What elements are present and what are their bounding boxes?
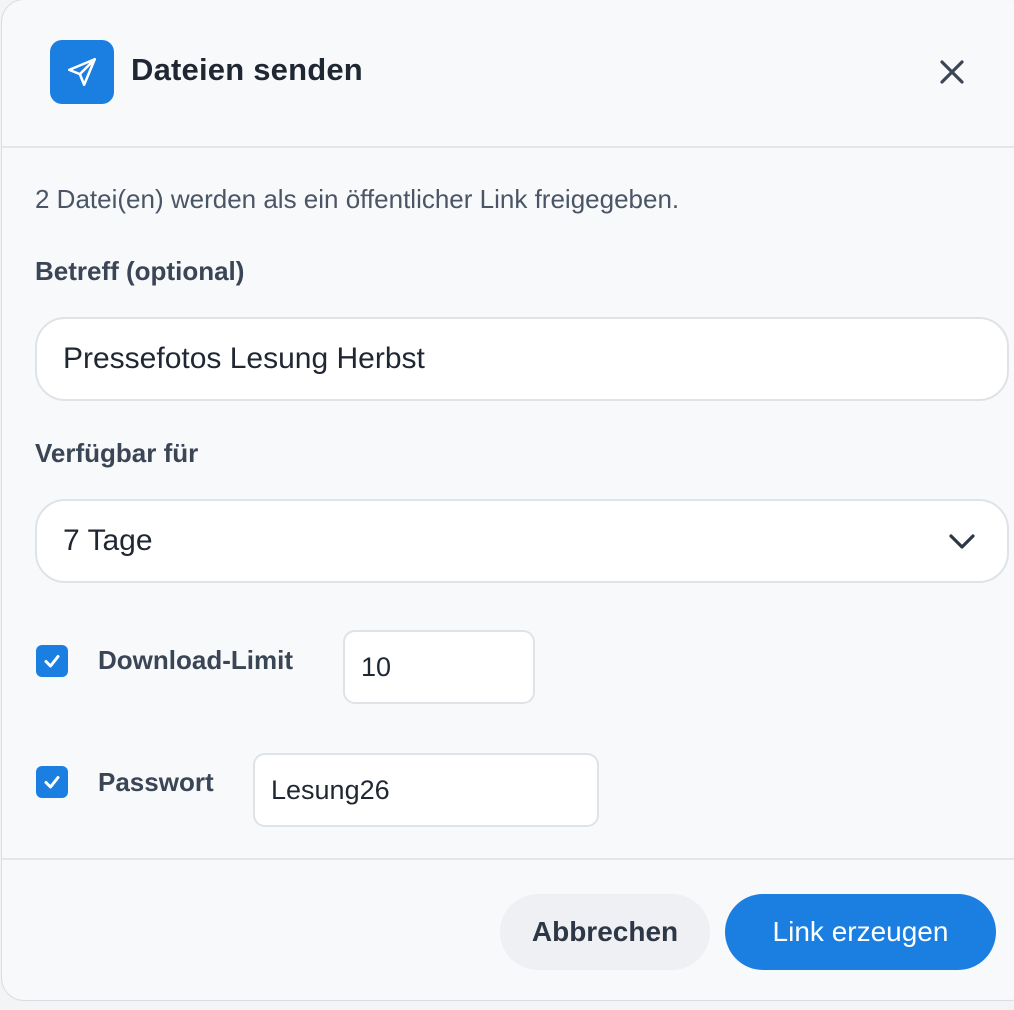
download-limit-label: Download-Limit <box>98 645 293 675</box>
dialog-header: Dateien senden <box>2 0 1014 148</box>
cancel-button[interactable]: Abbrechen <box>500 894 710 970</box>
checkmark-icon <box>44 655 60 668</box>
checkmark-icon <box>44 776 60 789</box>
password-input[interactable]: Lesung26 <box>253 753 599 827</box>
password-checkbox[interactable] <box>36 766 68 798</box>
download-limit-input[interactable]: 10 <box>343 630 535 704</box>
close-button[interactable] <box>932 52 972 92</box>
intro-text: 2 Datei(en) werden als ein öffentlicher … <box>35 184 680 214</box>
create-link-button[interactable]: Link erzeugen <box>725 894 996 970</box>
dialog-title: Dateien senden <box>131 52 363 87</box>
password-label: Passwort <box>98 767 214 797</box>
footer-divider <box>2 858 1014 860</box>
paper-plane-icon <box>50 40 114 104</box>
send-files-dialog: Dateien senden 2 Datei(en) werden als ei… <box>2 0 1014 1000</box>
close-icon <box>940 60 964 84</box>
subject-input[interactable]: Pressefotos Lesung Herbst <box>35 317 1009 401</box>
chevron-down-icon <box>949 534 975 549</box>
availability-label: Verfügbar für <box>35 438 199 468</box>
availability-select[interactable]: 7 Tage <box>35 499 1009 583</box>
subject-label: Betreff (optional) <box>35 256 245 286</box>
availability-selected-value: 7 Tage <box>63 524 153 557</box>
download-limit-checkbox[interactable] <box>36 645 68 677</box>
